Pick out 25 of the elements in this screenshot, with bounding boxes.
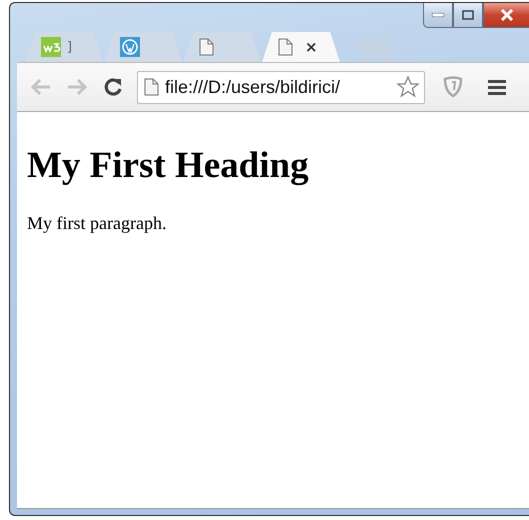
minimize-icon (432, 13, 444, 17)
address-bar[interactable]: file:///D:/users/bildirici/ (137, 70, 425, 104)
url-text: file:///D:/users/bildirici/ (165, 76, 342, 98)
browser-tab[interactable]: ] (25, 32, 103, 62)
page-icon (278, 38, 293, 56)
shield-icon (443, 76, 463, 98)
w3-logo-icon (41, 37, 61, 57)
menu-icon (488, 79, 506, 95)
tab-title: ] (67, 40, 72, 54)
minimize-button[interactable] (423, 3, 453, 28)
tab-close-button[interactable]: × (305, 38, 318, 56)
maximize-icon (462, 10, 474, 20)
close-button[interactable] (483, 3, 529, 28)
page-icon (199, 38, 214, 56)
page-paragraph: My first paragraph. (27, 213, 166, 234)
wordpress-logo-icon (120, 37, 140, 57)
forward-arrow-icon (66, 78, 88, 96)
reload-icon (103, 77, 123, 97)
page-heading: My First Heading (27, 144, 309, 187)
close-icon (500, 9, 514, 21)
page-icon (144, 78, 159, 96)
back-arrow-icon (30, 78, 52, 96)
browser-tab[interactable]: × (262, 32, 340, 62)
maximize-button[interactable] (453, 3, 483, 28)
bookmark-star-icon[interactable] (396, 75, 420, 99)
